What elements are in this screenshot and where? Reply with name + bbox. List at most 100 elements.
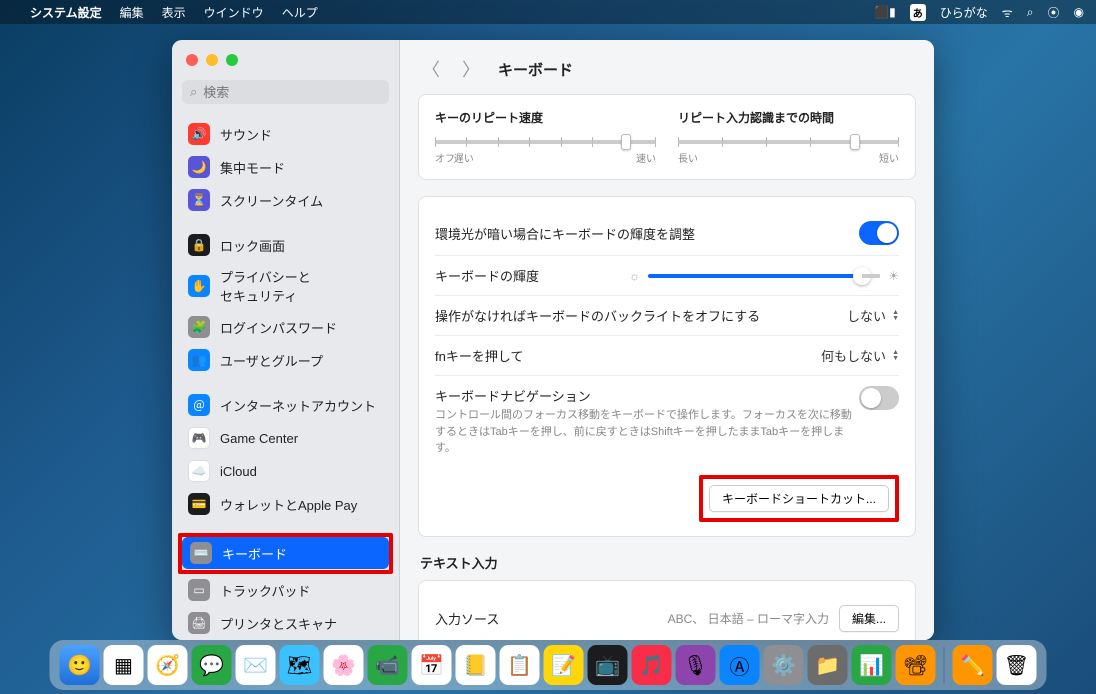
sidebar-item-lockscreen[interactable]: 🔒 ロック画面 bbox=[180, 229, 391, 261]
dock-maps[interactable]: 🗺 bbox=[280, 645, 320, 685]
sidebar-item-focus[interactable]: 🌙 集中モード bbox=[180, 151, 391, 183]
keyboard-nav-description: コントロール間のフォーカス移動をキーボードで操作します。フォーカスを次に移動する… bbox=[435, 407, 859, 457]
sidebar-item-sound[interactable]: 🔊サウンド bbox=[180, 118, 391, 150]
close-button[interactable] bbox=[186, 54, 198, 66]
menubar-item-window[interactable]: ウインドウ bbox=[204, 4, 264, 21]
focus-icon: 🌙 bbox=[188, 156, 210, 178]
gamepad-icon: 🎮 bbox=[188, 427, 210, 449]
search-icon: ⌕ bbox=[190, 84, 197, 100]
sidebar-item-game-center[interactable]: 🎮 Game Center bbox=[180, 422, 391, 454]
fn-key-label: fnキーを押して bbox=[435, 346, 523, 365]
dock-separator bbox=[944, 647, 945, 683]
sidebar-item-label: スクリーンタイム bbox=[220, 191, 323, 210]
sidebar-item-label: iCloud bbox=[220, 464, 257, 479]
siri-icon[interactable]: ◉ bbox=[1074, 5, 1084, 19]
dock-trash[interactable]: 🗑 bbox=[997, 645, 1037, 685]
battery-icon[interactable]: ⬛▮ bbox=[874, 5, 896, 19]
sidebar: ⌕ 🔊サウンド 🌙 集中モード ⏳ スクリーンタイム 🔒 ロック画面 ✋プライバシーと… bbox=[172, 40, 400, 640]
menubar-item-edit[interactable]: 編集 bbox=[120, 4, 144, 21]
ime-label[interactable]: ひらがな bbox=[940, 4, 988, 21]
auto-brightness-toggle[interactable] bbox=[859, 221, 899, 245]
dock-numbers[interactable]: 📊 bbox=[852, 645, 892, 685]
dock-settings[interactable]: ⚙️ bbox=[764, 645, 804, 685]
dock-mail[interactable]: ✉️ bbox=[236, 645, 276, 685]
ime-badge[interactable]: あ bbox=[910, 4, 926, 21]
search-input[interactable] bbox=[203, 85, 381, 100]
control-center-icon[interactable]: ⦿ bbox=[1048, 4, 1060, 21]
menubar-app-name[interactable]: システム設定 bbox=[30, 4, 102, 21]
key-repeat-slider[interactable] bbox=[435, 140, 656, 144]
sidebar-item-screentime[interactable]: ⏳ スクリーンタイム bbox=[180, 184, 391, 216]
sidebar-item-internet-accounts[interactable]: ＠インターネットアカウント bbox=[180, 389, 391, 421]
dock-notes[interactable]: 📝 bbox=[544, 645, 584, 685]
brightness-slider[interactable]: ☼ ☀ bbox=[629, 269, 899, 283]
minimize-button[interactable] bbox=[206, 54, 218, 66]
dock-music[interactable]: 🎵 bbox=[632, 645, 672, 685]
dock-keynote[interactable]: 📽 bbox=[896, 645, 936, 685]
brightness-high-icon: ☀ bbox=[888, 269, 899, 283]
slider-label-short: 短い bbox=[879, 150, 899, 165]
spotlight-icon[interactable]: ⌕ bbox=[1027, 5, 1034, 20]
key-repeat-label: キーのリピート速度 bbox=[435, 109, 656, 126]
dock-reminders[interactable]: 📋 bbox=[500, 645, 540, 685]
dock-item[interactable]: 📁 bbox=[808, 645, 848, 685]
sidebar-item-icloud[interactable]: ☁️iCloud bbox=[180, 455, 391, 487]
backlight-off-select[interactable]: しない▲▼ bbox=[847, 306, 899, 325]
sidebar-item-trackpad[interactable]: ▭トラックパッド bbox=[180, 574, 391, 606]
sidebar-item-label: サウンド bbox=[220, 125, 272, 144]
fn-key-select[interactable]: 何もしない▲▼ bbox=[821, 346, 899, 365]
users-icon: 👥 bbox=[188, 349, 210, 371]
dock-calendar[interactable]: 📅 bbox=[412, 645, 452, 685]
sidebar-item-users-groups[interactable]: 👥 ユーザとグループ bbox=[180, 344, 391, 376]
trackpad-icon: ▭ bbox=[188, 579, 210, 601]
auto-brightness-label: 環境光が暗い場合にキーボードの輝度を調整 bbox=[435, 224, 695, 243]
sidebar-item-label: ユーザとグループ bbox=[220, 351, 323, 370]
sidebar-item-label: インターネットアカウント bbox=[220, 396, 376, 415]
dock-safari[interactable]: 🧭 bbox=[148, 645, 188, 685]
dock-appstore[interactable]: Ⓐ bbox=[720, 645, 760, 685]
sidebar-item-wallet[interactable]: 💳ウォレットとApple Pay bbox=[180, 488, 391, 520]
back-button[interactable]: 〈 bbox=[418, 54, 444, 84]
keyboard-icon: ⌨️ bbox=[190, 542, 212, 564]
menubar: システム設定 編集 表示 ウインドウ ヘルプ ⬛▮ あ ひらがな 󠀠ᯤ ⌕ ⦿ … bbox=[0, 0, 1096, 24]
keyboard-shortcuts-button[interactable]: キーボードショートカット... bbox=[709, 485, 889, 512]
dock-tv[interactable]: 📺 bbox=[588, 645, 628, 685]
sidebar-item-label: ロック画面 bbox=[220, 236, 285, 255]
dock-messages[interactable]: 💬 bbox=[192, 645, 232, 685]
edit-input-source-button[interactable]: 編集... bbox=[839, 605, 899, 632]
sidebar-item-label: Game Center bbox=[220, 431, 298, 446]
brightness-low-icon: ☼ bbox=[629, 269, 640, 283]
dock-podcasts[interactable]: 🎙 bbox=[676, 645, 716, 685]
sidebar-item-printers[interactable]: 🖨プリンタとスキャナ bbox=[180, 607, 391, 639]
keyboard-nav-toggle[interactable] bbox=[859, 386, 899, 410]
dock-pages[interactable]: ✏️ bbox=[953, 645, 993, 685]
text-input-panel: 入力ソース ABC、 日本語 – ローマ字入力 編集... ユーザ辞書... bbox=[418, 580, 916, 641]
maximize-button[interactable] bbox=[226, 54, 238, 66]
delay-repeat-label: リピート入力認識までの時間 bbox=[678, 109, 899, 126]
sidebar-item-label: キーボード bbox=[222, 544, 287, 563]
lock-icon: 🔒 bbox=[188, 234, 210, 256]
dock-facetime[interactable]: 📹 bbox=[368, 645, 408, 685]
sidebar-item-label: 集中モード bbox=[220, 158, 285, 177]
dock: 🙂 ▦ 🧭 💬 ✉️ 🗺 🌸 📹 📅 📒 📋 📝 📺 🎵 🎙 Ⓐ ⚙️ 📁 📊 … bbox=[50, 640, 1047, 690]
sidebar-item-privacy[interactable]: ✋プライバシーと セキュリティ bbox=[180, 262, 391, 310]
hourglass-icon: ⏳ bbox=[188, 189, 210, 211]
sidebar-item-label: ログインパスワード bbox=[220, 318, 337, 337]
dock-contacts[interactable]: 📒 bbox=[456, 645, 496, 685]
dock-photos[interactable]: 🌸 bbox=[324, 645, 364, 685]
menubar-item-help[interactable]: ヘルプ bbox=[282, 4, 318, 21]
slider-label-slow: 遅い bbox=[454, 150, 474, 165]
delay-repeat-slider[interactable] bbox=[678, 140, 899, 144]
forward-button[interactable]: 〉 bbox=[458, 54, 484, 84]
dock-launchpad[interactable]: ▦ bbox=[104, 645, 144, 685]
wifi-icon[interactable]: 󠀠ᯤ bbox=[1002, 4, 1013, 21]
menubar-item-view[interactable]: 表示 bbox=[162, 4, 186, 21]
dock-finder[interactable]: 🙂 bbox=[60, 645, 100, 685]
sidebar-item-login-password[interactable]: 🧩 ログインパスワード bbox=[180, 311, 391, 343]
puzzle-icon: 🧩 bbox=[188, 316, 210, 338]
backlight-off-label: 操作がなければキーボードのバックライトをオフにする bbox=[435, 306, 760, 325]
slider-label-fast: 速い bbox=[636, 150, 656, 165]
sidebar-search[interactable]: ⌕ bbox=[182, 80, 389, 104]
sidebar-item-keyboard[interactable]: ⌨️ キーボード bbox=[182, 537, 389, 569]
brightness-label: キーボードの輝度 bbox=[435, 266, 539, 285]
